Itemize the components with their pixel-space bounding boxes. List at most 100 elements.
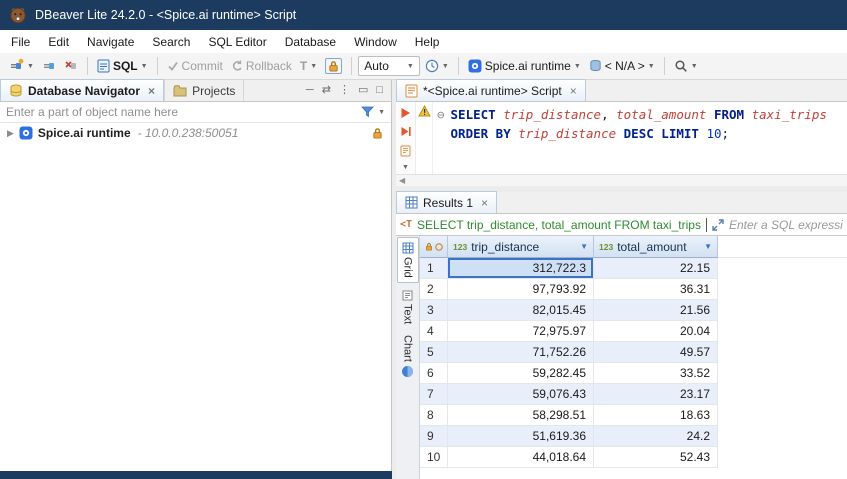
table-row[interactable]: 1044,018.6452.43 xyxy=(420,447,847,468)
cell-total_amount[interactable]: 18.63 xyxy=(594,405,718,426)
menu-item-sql-editor[interactable]: SQL Editor xyxy=(199,32,275,52)
sql-editor[interactable]: ▼ ⊖SELECT trip_distance, total_amount FR… xyxy=(396,102,847,174)
table-row[interactable]: 858,298.5118.63 xyxy=(420,405,847,426)
row-number[interactable]: 2 xyxy=(420,279,448,300)
active-connection-select[interactable]: Spice.ai runtime ▼ xyxy=(465,57,584,75)
table-row[interactable]: 472,975.9720.04 xyxy=(420,321,847,342)
results-filter-bar[interactable]: <T SELECT trip_distance, total_amount FR… xyxy=(396,214,847,236)
new-connection-button[interactable]: ▼ xyxy=(5,56,37,76)
close-icon[interactable]: × xyxy=(481,196,488,210)
connection-tree-item[interactable]: ▶ Spice.ai runtime - 10.0.0.238:50051 xyxy=(0,123,391,143)
row-number[interactable]: 4 xyxy=(420,321,448,342)
expander-icon[interactable]: ▶ xyxy=(7,128,14,139)
menu-item-database[interactable]: Database xyxy=(276,32,345,52)
warning-icon[interactable] xyxy=(418,105,431,117)
new-sql-editor-button[interactable]: SQL ▼ xyxy=(94,57,151,75)
close-icon[interactable]: × xyxy=(148,84,155,98)
execute-statement-icon[interactable] xyxy=(400,107,411,119)
table-row[interactable]: 1312,722.322.15 xyxy=(420,258,847,279)
menu-item-window[interactable]: Window xyxy=(345,32,406,52)
search-button[interactable]: ▼ xyxy=(671,57,701,75)
expand-filter-icon[interactable] xyxy=(712,219,724,231)
navigator-filter-input[interactable]: Enter a part of object name here ▼ xyxy=(0,102,391,123)
tab-results-1[interactable]: Results 1 × xyxy=(396,191,497,213)
readonly-lock-icon xyxy=(372,127,383,139)
minimize-icon[interactable]: ▭ xyxy=(358,83,368,96)
fold-marker-icon[interactable]: ⊖ xyxy=(437,107,445,122)
disconnect-button[interactable] xyxy=(61,57,81,75)
cell-trip_distance[interactable]: 59,282.45 xyxy=(448,363,594,384)
tab-projects[interactable]: Projects xyxy=(164,79,244,101)
row-number[interactable]: 3 xyxy=(420,300,448,321)
commit-button[interactable]: Commit xyxy=(164,57,226,75)
cell-trip_distance[interactable]: 97,793.92 xyxy=(448,279,594,300)
cell-total_amount[interactable]: 21.56 xyxy=(594,300,718,321)
cell-trip_distance[interactable]: 71,752.26 xyxy=(448,342,594,363)
cell-total_amount[interactable]: 36.31 xyxy=(594,279,718,300)
tab-sql-script[interactable]: *<Spice.ai runtime> Script × xyxy=(396,79,586,101)
table-row[interactable]: 659,282.4533.52 xyxy=(420,363,847,384)
column-header-total_amount[interactable]: 123 total_amount ▼ xyxy=(594,236,718,258)
cell-total_amount[interactable]: 23.17 xyxy=(594,384,718,405)
cell-total_amount[interactable]: 22.15 xyxy=(594,258,718,279)
table-row[interactable]: 571,752.2649.57 xyxy=(420,342,847,363)
menu-item-file[interactable]: File xyxy=(2,32,39,52)
transaction-log-button[interactable]: T ▼ xyxy=(297,57,320,75)
query-history-button[interactable]: ▼ xyxy=(422,57,452,75)
results-view-tab-grid[interactable]: Grid xyxy=(397,237,419,283)
minimize-view-icon[interactable]: ─ xyxy=(306,84,314,96)
cell-total_amount[interactable]: 33.52 xyxy=(594,363,718,384)
more-actions-icon[interactable]: ▼ xyxy=(402,164,409,171)
sql-code[interactable]: ⊖SELECT trip_distance, total_amount FROM… xyxy=(433,102,847,174)
sort-icon[interactable]: ▼ xyxy=(704,242,712,251)
row-number[interactable]: 7 xyxy=(420,384,448,405)
execute-script-icon[interactable] xyxy=(400,126,411,138)
script-icon[interactable] xyxy=(400,145,411,157)
view-menu-icon[interactable]: ⋮ xyxy=(339,83,350,96)
cell-total_amount[interactable]: 20.04 xyxy=(594,321,718,342)
editor-hscrollbar[interactable]: ◀ xyxy=(396,174,847,186)
cell-total_amount[interactable]: 49.57 xyxy=(594,342,718,363)
cell-total_amount[interactable]: 24.2 xyxy=(594,426,718,447)
column-header-trip_distance[interactable]: 123 trip_distance ▼ xyxy=(448,236,594,258)
custom-filter-icon[interactable]: <T xyxy=(400,219,412,230)
cell-total_amount[interactable]: 52.43 xyxy=(594,447,718,468)
results-view-tab-chart[interactable]: Chart xyxy=(397,331,419,382)
close-icon[interactable]: × xyxy=(570,84,577,98)
maximize-icon[interactable]: □ xyxy=(376,84,383,96)
table-row[interactable]: 951,619.3624.2 xyxy=(420,426,847,447)
menu-item-navigate[interactable]: Navigate xyxy=(78,32,143,52)
scroll-left-arrow-icon[interactable]: ◀ xyxy=(399,176,405,185)
filter-funnel-icon[interactable] xyxy=(361,106,374,118)
results-view-tab-text[interactable]: Text xyxy=(397,286,419,328)
grid-corner-cell[interactable] xyxy=(420,236,448,258)
row-number[interactable]: 8 xyxy=(420,405,448,426)
cell-trip_distance[interactable]: 58,298.51 xyxy=(448,405,594,426)
transaction-mode-select[interactable]: Auto ▼ xyxy=(358,56,420,76)
cell-trip_distance[interactable]: 312,722.3 xyxy=(448,258,594,279)
connect-button[interactable] xyxy=(39,57,59,75)
menu-item-search[interactable]: Search xyxy=(143,32,199,52)
row-number[interactable]: 9 xyxy=(420,426,448,447)
table-row[interactable]: 297,793.9236.31 xyxy=(420,279,847,300)
row-number[interactable]: 6 xyxy=(420,363,448,384)
active-database-select[interactable]: < N/A > ▼ xyxy=(586,57,658,75)
sort-desc-icon[interactable]: ▼ xyxy=(580,242,588,251)
table-row[interactable]: 382,015.4521.56 xyxy=(420,300,847,321)
row-number[interactable]: 1 xyxy=(420,258,448,279)
menu-item-help[interactable]: Help xyxy=(406,32,449,52)
link-with-editor-icon[interactable]: ⇄ xyxy=(322,83,331,96)
cell-trip_distance[interactable]: 44,018.64 xyxy=(448,447,594,468)
tab-database-navigator[interactable]: Database Navigator × xyxy=(0,79,164,101)
cell-trip_distance[interactable]: 59,076.43 xyxy=(448,384,594,405)
menu-item-edit[interactable]: Edit xyxy=(39,32,78,52)
cell-trip_distance[interactable]: 72,975.97 xyxy=(448,321,594,342)
rollback-button[interactable]: Rollback xyxy=(228,57,295,75)
row-number[interactable]: 10 xyxy=(420,447,448,468)
row-number[interactable]: 5 xyxy=(420,342,448,363)
cell-trip_distance[interactable]: 82,015.45 xyxy=(448,300,594,321)
connection-lock-button[interactable] xyxy=(322,56,345,76)
table-row[interactable]: 759,076.4323.17 xyxy=(420,384,847,405)
cell-trip_distance[interactable]: 51,619.36 xyxy=(448,426,594,447)
filter-caret-icon[interactable]: ▼ xyxy=(378,109,385,116)
